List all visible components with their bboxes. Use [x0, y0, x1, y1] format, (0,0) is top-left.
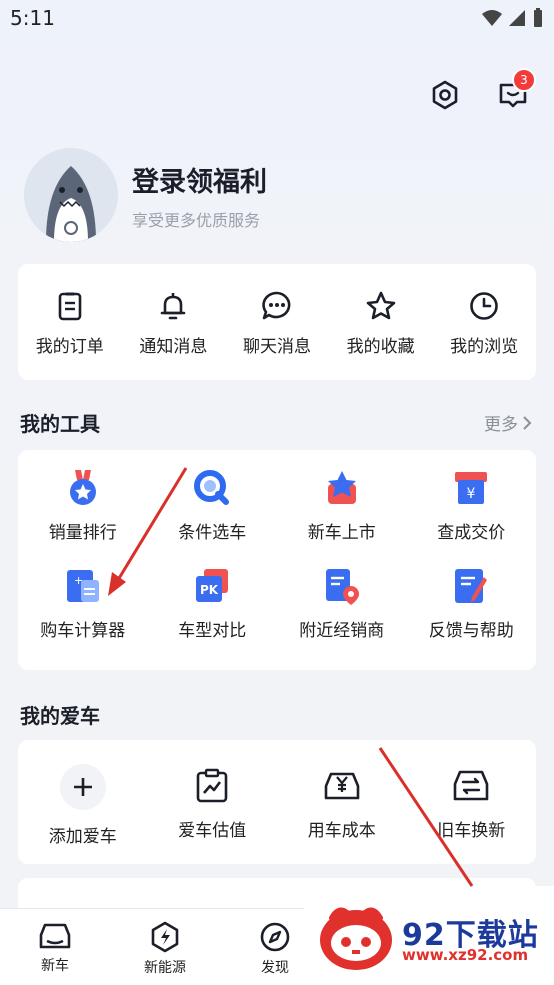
login-title[interactable]: 登录领福利	[132, 160, 267, 199]
chat-bubble-icon	[262, 291, 291, 320]
car-cost[interactable]: 用车成本	[277, 740, 407, 864]
car-front-icon	[39, 923, 71, 949]
nav-new-car[interactable]: 新车	[0, 909, 110, 985]
my-car-card: 添加爱车 爱车估值 用车成本 旧车换新	[18, 740, 536, 864]
quick-item-orders[interactable]: 我的订单	[18, 264, 122, 380]
clipboard-icon	[58, 292, 82, 321]
pk-compare-icon: PK	[196, 569, 229, 602]
new-car-star-icon	[327, 471, 356, 504]
shark-avatar-icon	[24, 148, 118, 242]
svg-text:¥: ¥	[467, 486, 476, 502]
feedback-edit-icon	[455, 569, 488, 603]
login-subtitle: 享受更多优质服务	[132, 210, 261, 230]
quick-item-notifications[interactable]: 通知消息	[122, 264, 226, 380]
quick-item-favorites[interactable]: 我的收藏	[329, 264, 433, 380]
watermark-url: www.xz92.com	[402, 946, 529, 964]
quick-item-label: 聊天消息	[242, 337, 311, 357]
nav-label: 发现	[261, 960, 289, 976]
valuation-chart-icon	[196, 768, 228, 803]
quick-item-label: 我的订单	[35, 337, 104, 357]
top-actions: 3	[428, 68, 536, 112]
compass-icon	[260, 922, 290, 952]
avatar[interactable]	[24, 148, 118, 242]
svg-text:+: +	[74, 574, 83, 587]
battery-icon	[534, 8, 542, 27]
section-title-tools: 我的工具	[20, 412, 100, 436]
status-bar: 5:11	[0, 0, 554, 40]
tool-feedback[interactable]: 反馈与帮助	[407, 566, 537, 664]
yen-car-icon	[324, 772, 360, 800]
car-item-label: 爱车估值	[178, 821, 247, 841]
section-title-my-car: 我的爱车	[20, 704, 100, 728]
signal-icon	[509, 10, 525, 26]
chevron-right-icon	[523, 415, 532, 430]
tool-compare[interactable]: PK 车型对比	[148, 566, 278, 664]
watermark-logo-icon	[320, 907, 392, 970]
svg-text:PK: PK	[200, 583, 219, 597]
tool-label: 车型对比	[178, 621, 247, 641]
quick-item-history[interactable]: 我的浏览	[432, 264, 536, 380]
location-doc-icon	[325, 569, 359, 605]
tool-label: 条件选车	[178, 523, 247, 543]
settings-hexagon-icon	[432, 80, 458, 110]
car-trade-in[interactable]: 旧车换新	[407, 740, 537, 864]
clock-icon	[470, 292, 498, 320]
tool-label: 附近经销商	[299, 621, 385, 641]
bell-icon	[161, 293, 186, 320]
plus-icon	[73, 778, 92, 796]
messages-button[interactable]: 3	[496, 68, 536, 112]
tool-calculator[interactable]: + 购车计算器	[18, 566, 148, 664]
tool-new-cars[interactable]: 新车上市	[277, 468, 407, 566]
car-swap-icon	[453, 770, 489, 801]
quick-item-label: 通知消息	[139, 337, 208, 357]
car-add[interactable]: 添加爱车	[18, 740, 148, 864]
tool-filter-car[interactable]: 条件选车	[148, 468, 278, 566]
tool-label: 查成交价	[437, 523, 506, 543]
tool-label: 反馈与帮助	[428, 621, 514, 641]
tools-more-link[interactable]: 更多	[484, 410, 532, 435]
status-icons	[482, 8, 544, 28]
settings-button[interactable]	[428, 78, 462, 112]
quick-item-label: 我的收藏	[346, 337, 415, 357]
notification-badge: 3	[512, 68, 536, 92]
car-valuation[interactable]: 爱车估值	[148, 740, 278, 864]
nav-new-energy[interactable]: 新能源	[110, 909, 220, 985]
status-time: 5:11	[10, 6, 55, 30]
add-car-circle	[59, 764, 106, 810]
medal-icon	[69, 470, 96, 505]
search-filter-icon	[194, 470, 230, 505]
car-item-label: 旧车换新	[437, 821, 506, 841]
nav-label: 新能源	[144, 960, 186, 976]
calculator-icon: +	[66, 570, 99, 602]
car-item-label: 用车成本	[307, 821, 376, 841]
tool-sales-ranking[interactable]: 销量排行	[18, 468, 148, 566]
tool-nearby-dealers[interactable]: 附近经销商	[277, 566, 407, 664]
watermark: 92下载站 www.xz92.com	[304, 886, 554, 984]
tool-deal-price[interactable]: ¥ 查成交价	[407, 468, 537, 566]
price-tag-icon: ¥	[455, 472, 488, 504]
quick-item-label: 我的浏览	[450, 337, 519, 357]
tool-label: 新车上市	[307, 523, 376, 543]
tools-card: 销量排行 条件选车 新车上市 ¥ 查成交价 + 购车计算器 PK 车型对比 附近…	[18, 450, 536, 670]
lightning-icon	[151, 921, 179, 953]
car-item-label: 添加爱车	[48, 827, 117, 847]
wifi-icon	[482, 10, 502, 26]
profile-header[interactable]: 登录领福利 享受更多优质服务	[24, 148, 267, 242]
nav-label: 新车	[41, 958, 69, 974]
tool-label: 购车计算器	[40, 621, 126, 641]
tool-label: 销量排行	[48, 523, 117, 543]
quick-item-chat[interactable]: 聊天消息	[225, 264, 329, 380]
quick-actions-card: 我的订单 通知消息 聊天消息 我的收藏 我的浏览	[18, 264, 536, 380]
star-icon	[366, 291, 395, 320]
more-label: 更多	[484, 415, 518, 435]
